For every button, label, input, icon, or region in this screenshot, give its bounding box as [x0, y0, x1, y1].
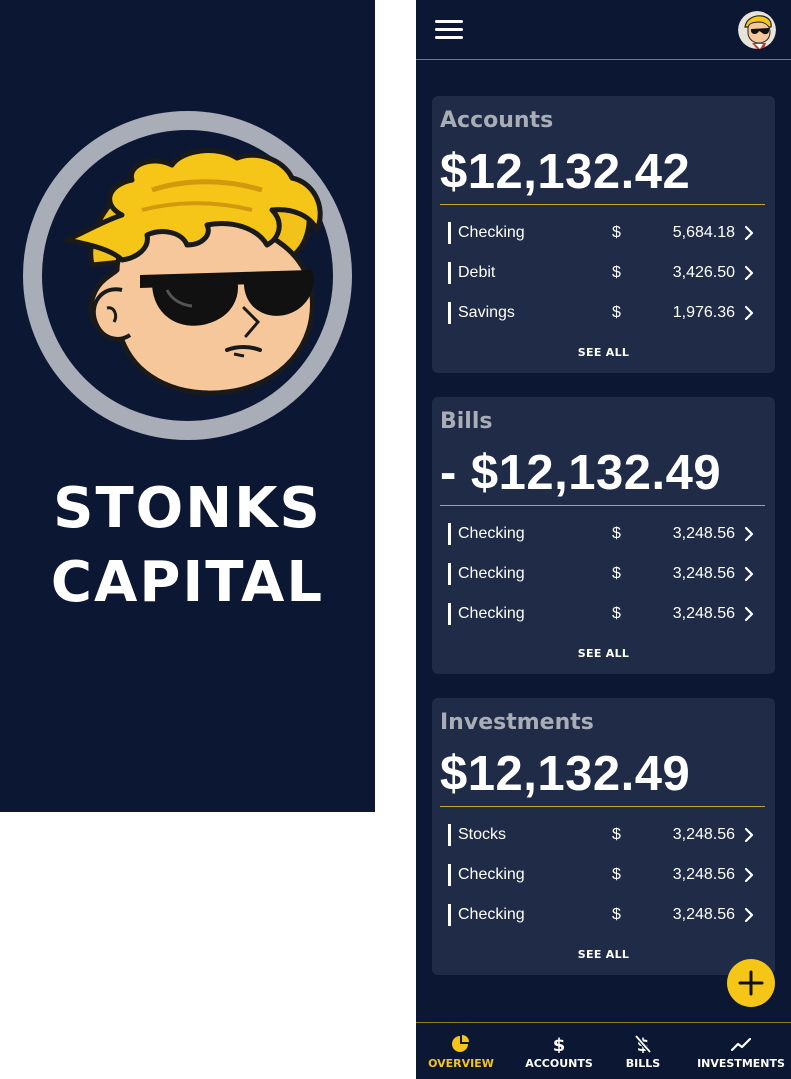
row-currency: $ — [612, 866, 621, 883]
stonks-logo — [22, 110, 353, 441]
list-item[interactable]: Checking $ 3,248.56 — [448, 902, 760, 942]
nav-label: BILLS — [625, 1057, 661, 1070]
list-item[interactable]: Savings $ 1,976.36 — [448, 300, 760, 340]
row-name: Stocks — [458, 826, 507, 843]
nav-label: OVERVIEW — [428, 1057, 494, 1070]
chevron-right-icon — [744, 526, 754, 542]
chevron-right-icon — [744, 265, 754, 281]
chevron-right-icon — [744, 867, 754, 883]
investment-list: Stocks $ 3,248.56 Checking $ 3,248.56 Ch… — [448, 822, 760, 942]
card-total: - $12,132.49 — [440, 446, 722, 500]
list-item[interactable]: Checking $ 3,248.56 — [448, 862, 760, 902]
dollar-off-icon: $ — [634, 1035, 652, 1053]
chevron-right-icon — [744, 606, 754, 622]
list-item[interactable]: Stocks $ 3,248.56 — [448, 822, 760, 862]
svg-text:$: $ — [553, 1035, 566, 1053]
row-name: Checking — [458, 525, 525, 542]
brand-line-1: STONKS — [53, 476, 322, 541]
nav-overview[interactable]: OVERVIEW — [416, 1023, 506, 1079]
row-amount: 5,684.18 — [672, 224, 735, 241]
pie-chart-icon — [452, 1035, 469, 1052]
top-bar — [416, 0, 791, 60]
divider — [440, 204, 765, 205]
row-name: Checking — [458, 605, 525, 622]
row-amount: 3,248.56 — [672, 565, 735, 582]
row-marker — [448, 563, 451, 585]
card-total: $12,132.42 — [440, 145, 691, 199]
row-marker — [448, 523, 451, 545]
chevron-right-icon — [744, 827, 754, 843]
accounts-card: Accounts $12,132.42 Checking $ 5,684.18 … — [432, 96, 775, 373]
row-currency: $ — [612, 525, 621, 542]
row-amount: 1,976.36 — [672, 304, 735, 321]
divider — [440, 806, 765, 807]
list-item[interactable]: Checking $ 5,684.18 — [448, 220, 760, 260]
chevron-right-icon — [744, 566, 754, 582]
row-amount: 3,248.56 — [672, 826, 735, 843]
row-marker — [448, 864, 451, 886]
row-currency: $ — [612, 605, 621, 622]
list-item[interactable]: Checking $ 3,248.56 — [448, 601, 760, 641]
list-item[interactable]: Checking $ 3,248.56 — [448, 561, 760, 601]
row-name: Checking — [458, 224, 525, 241]
row-name: Debit — [458, 264, 496, 281]
row-marker — [448, 824, 451, 846]
avatar[interactable] — [738, 11, 776, 49]
divider — [440, 505, 765, 506]
hamburger-menu-icon[interactable] — [435, 18, 465, 42]
see-all-bills-link[interactable]: SEE ALL — [432, 647, 775, 660]
row-name: Savings — [458, 304, 515, 321]
nav-label: INVESTMENTS — [697, 1057, 785, 1070]
row-marker — [448, 603, 451, 625]
row-name: Checking — [458, 565, 525, 582]
bill-list: Checking $ 3,248.56 Checking $ 3,248.56 … — [448, 521, 760, 641]
bottom-navigation: OVERVIEW $ ACCOUNTS $ BILLS INVESTMENTS — [416, 1022, 791, 1079]
splash-panel: STONKS CAPITAL — [0, 0, 375, 812]
see-all-accounts-link[interactable]: SEE ALL — [432, 346, 775, 359]
card-total: $12,132.49 — [440, 747, 691, 801]
see-all-investments-link[interactable]: SEE ALL — [432, 948, 775, 961]
row-currency: $ — [612, 264, 621, 281]
dollar-icon: $ — [553, 1035, 566, 1053]
bills-card: Bills - $12,132.49 Checking $ 3,248.56 C… — [432, 397, 775, 674]
phone-overview-screen: Accounts $12,132.42 Checking $ 5,684.18 … — [416, 0, 791, 1079]
nav-bills[interactable]: $ BILLS — [608, 1023, 678, 1079]
row-name: Checking — [458, 906, 525, 923]
card-title: Investments — [440, 710, 594, 735]
investments-card: Investments $12,132.49 Stocks $ 3,248.56… — [432, 698, 775, 975]
row-currency: $ — [612, 304, 621, 321]
list-item[interactable]: Debit $ 3,426.50 — [448, 260, 760, 300]
row-currency: $ — [612, 906, 621, 923]
brand-line-2: CAPITAL — [50, 550, 325, 615]
row-marker — [448, 262, 451, 284]
chevron-right-icon — [744, 907, 754, 923]
chevron-right-icon — [744, 225, 754, 241]
row-marker — [448, 302, 451, 324]
row-amount: 3,248.56 — [672, 866, 735, 883]
row-currency: $ — [612, 224, 621, 241]
row-amount: 3,248.56 — [672, 906, 735, 923]
add-button[interactable] — [727, 959, 775, 1007]
card-title: Accounts — [440, 108, 554, 133]
brand-name: STONKS CAPITAL — [0, 472, 375, 620]
row-amount: 3,248.56 — [672, 525, 735, 542]
nav-label: ACCOUNTS — [525, 1057, 593, 1070]
nav-accounts[interactable]: $ ACCOUNTS — [512, 1023, 606, 1079]
trend-line-icon — [731, 1037, 751, 1052]
row-name: Checking — [458, 866, 525, 883]
nav-investments[interactable]: INVESTMENTS — [691, 1023, 791, 1079]
chevron-right-icon — [744, 305, 754, 321]
row-amount: 3,248.56 — [672, 605, 735, 622]
row-marker — [448, 904, 451, 926]
row-marker — [448, 222, 451, 244]
row-currency: $ — [612, 826, 621, 843]
list-item[interactable]: Checking $ 3,248.56 — [448, 521, 760, 561]
row-amount: 3,426.50 — [672, 264, 735, 281]
plus-icon — [738, 970, 764, 996]
card-title: Bills — [440, 409, 493, 434]
account-list: Checking $ 5,684.18 Debit $ 3,426.50 Sav… — [448, 220, 760, 340]
row-currency: $ — [612, 565, 621, 582]
